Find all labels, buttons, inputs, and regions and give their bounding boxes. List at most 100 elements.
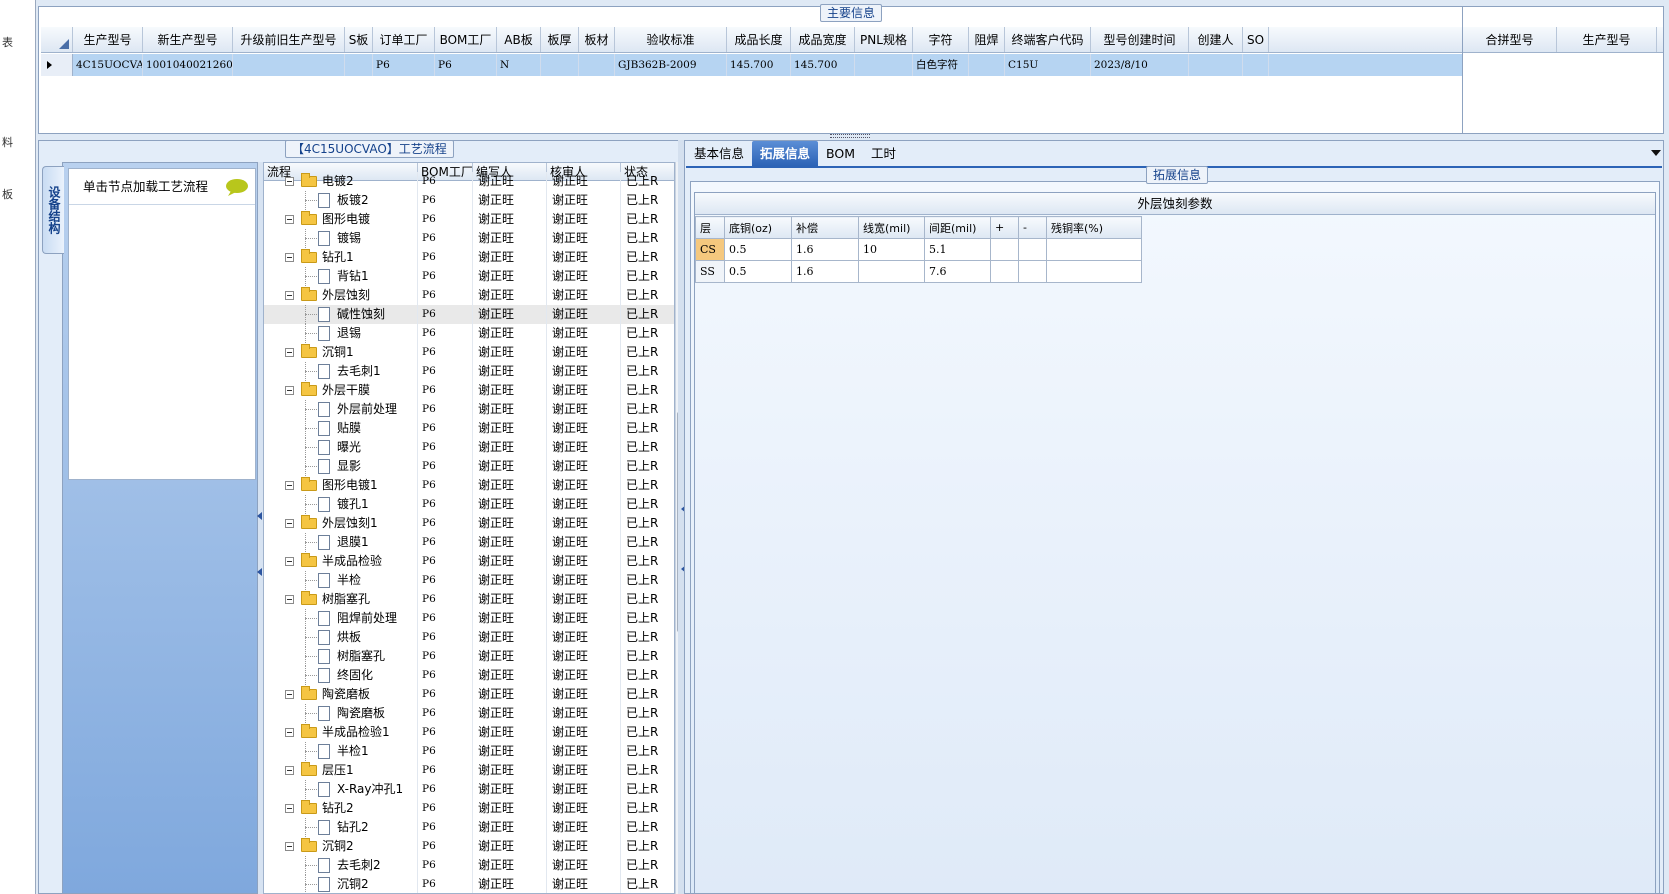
tree-cell-reviewer[interactable]: 谢正旺 (547, 761, 621, 780)
tree-node-step[interactable]: 板镀2 P6 谢正旺 谢正旺 已上R (264, 191, 674, 210)
main-cell[interactable] (541, 54, 579, 76)
tree-node-group[interactable]: 图形电镀1 P6 谢正旺 谢正旺 已上R (264, 476, 674, 495)
tree-cell-status[interactable]: 已上R (621, 666, 661, 685)
tree-cell-name[interactable]: 板镀2 (264, 191, 418, 210)
tree-cell-name[interactable]: 树脂塞孔 (264, 647, 418, 666)
main-cell[interactable]: 4C15UOCVAO (73, 54, 143, 76)
params-cell[interactable]: 0.5 (724, 238, 792, 261)
tree-cell-name[interactable]: 层压1 (264, 761, 418, 780)
params-cell[interactable] (1046, 238, 1142, 261)
tree-cell-name[interactable]: 半成品检验1 (264, 723, 418, 742)
left-nav-item[interactable]: 料 (2, 134, 13, 150)
tree-cell-writer[interactable]: 谢正旺 (473, 780, 547, 799)
tree-cell-bom[interactable]: P6 (418, 286, 473, 305)
tree-cell-bom[interactable]: P6 (418, 362, 473, 381)
tree-cell-status[interactable]: 已上R (621, 229, 661, 248)
main-cell[interactable]: 2023/8/10 (1091, 54, 1189, 76)
tree-node-step[interactable]: 沉铜2 P6 谢正旺 谢正旺 已上R (264, 875, 674, 893)
main-col-header[interactable]: 字符 (913, 27, 969, 52)
tree-node-step[interactable]: 钻孔2 P6 谢正旺 谢正旺 已上R (264, 818, 674, 837)
tree-cell-reviewer[interactable]: 谢正旺 (547, 818, 621, 837)
tree-cell-writer[interactable]: 谢正旺 (473, 381, 547, 400)
tree-cell-status[interactable]: 已上R (621, 248, 661, 267)
tree-cell-status[interactable]: 已上R (621, 780, 661, 799)
tree-cell-status[interactable]: 已上R (621, 172, 661, 191)
collapse-toggle-icon[interactable] (285, 215, 294, 224)
side-col-header[interactable]: 生产型号 (1557, 27, 1657, 52)
tree-node-step[interactable]: 显影 P6 谢正旺 谢正旺 已上R (264, 457, 674, 476)
tree-node-step[interactable]: 终固化 P6 谢正旺 谢正旺 已上R (264, 666, 674, 685)
main-col-header[interactable]: 创建人 (1189, 27, 1243, 52)
tab-0[interactable]: 基本信息 (686, 141, 752, 166)
collapse-toggle-icon[interactable] (285, 177, 294, 186)
collapse-toggle-icon[interactable] (285, 291, 294, 300)
tree-cell-bom[interactable]: P6 (418, 780, 473, 799)
tree-node-group[interactable]: 钻孔2 P6 谢正旺 谢正旺 已上R (264, 799, 674, 818)
collapse-toggle-icon[interactable] (285, 595, 294, 604)
tree-cell-status[interactable]: 已上R (621, 514, 661, 533)
tree-cell-name[interactable]: 退锡 (264, 324, 418, 343)
tree-cell-bom[interactable]: P6 (418, 457, 473, 476)
tree-node-step[interactable]: 去毛刺2 P6 谢正旺 谢正旺 已上R (264, 856, 674, 875)
main-cell[interactable]: 10010400212605 (143, 54, 233, 76)
params-row[interactable]: SS 0.5 1.6 7.6 (695, 260, 1142, 283)
collapse-toggle-icon[interactable] (285, 386, 294, 395)
tree-cell-reviewer[interactable]: 谢正旺 (547, 457, 621, 476)
tree-cell-reviewer[interactable]: 谢正旺 (547, 191, 621, 210)
main-col-header[interactable]: 阻焊 (969, 27, 1005, 52)
main-cell[interactable] (345, 54, 373, 76)
tree-cell-bom[interactable]: P6 (418, 229, 473, 248)
tree-node-group[interactable]: 外层蚀刻 P6 谢正旺 谢正旺 已上R (264, 286, 674, 305)
tree-cell-name[interactable]: 沉铜1 (264, 343, 418, 362)
horizontal-splitter-grip[interactable] (830, 134, 870, 138)
tree-node-group[interactable]: 沉铜2 P6 谢正旺 谢正旺 已上R (264, 837, 674, 856)
main-col-header[interactable]: 升级前旧生产型号 (233, 27, 345, 52)
tree-cell-bom[interactable]: P6 (418, 647, 473, 666)
main-cell[interactable] (969, 54, 1005, 76)
tree-cell-name[interactable]: 外层蚀刻 (264, 286, 418, 305)
tree-cell-reviewer[interactable]: 谢正旺 (547, 362, 621, 381)
main-grid-row[interactable]: 4C15UOCVAO10010400212605P6P6NGJB362B-200… (41, 54, 1463, 76)
tree-cell-status[interactable]: 已上R (621, 286, 661, 305)
collapse-toggle-icon[interactable] (285, 842, 294, 851)
main-col-header[interactable]: 验收标准 (615, 27, 727, 52)
tree-cell-bom[interactable]: P6 (418, 514, 473, 533)
tree-cell-writer[interactable]: 谢正旺 (473, 419, 547, 438)
params-cell[interactable]: 1.6 (791, 238, 859, 261)
collapse-toggle-icon[interactable] (285, 348, 294, 357)
tree-cell-writer[interactable]: 谢正旺 (473, 552, 547, 571)
tree-cell-writer[interactable]: 谢正旺 (473, 248, 547, 267)
tree-cell-status[interactable]: 已上R (621, 191, 661, 210)
tree-cell-writer[interactable]: 谢正旺 (473, 229, 547, 248)
tree-node-group[interactable]: 外层蚀刻1 P6 谢正旺 谢正旺 已上R (264, 514, 674, 533)
tree-node-step[interactable]: 烘板 P6 谢正旺 谢正旺 已上R (264, 628, 674, 647)
tab-equipment-structure[interactable]: 设备结构 (42, 166, 64, 254)
main-cell[interactable] (1243, 54, 1269, 76)
params-col-header[interactable]: 线宽(mil) (858, 216, 925, 239)
tree-cell-writer[interactable]: 谢正旺 (473, 533, 547, 552)
tree-cell-reviewer[interactable]: 谢正旺 (547, 571, 621, 590)
tree-cell-bom[interactable]: P6 (418, 438, 473, 457)
tree-node-step[interactable]: 外层前处理 P6 谢正旺 谢正旺 已上R (264, 400, 674, 419)
params-row[interactable]: CS 0.5 1.6 10 5.1 (695, 238, 1142, 261)
params-col-header[interactable]: 补偿 (791, 216, 859, 239)
collapse-toggle-icon[interactable] (285, 728, 294, 737)
tree-cell-name[interactable]: 贴膜 (264, 419, 418, 438)
params-layer-cell[interactable]: SS (695, 260, 725, 283)
tree-node-group[interactable]: 树脂塞孔 P6 谢正旺 谢正旺 已上R (264, 590, 674, 609)
tree-cell-status[interactable]: 已上R (621, 400, 661, 419)
tab-1[interactable]: 拓展信息 (752, 141, 819, 166)
tree-cell-writer[interactable]: 谢正旺 (473, 495, 547, 514)
tree-cell-reviewer[interactable]: 谢正旺 (547, 248, 621, 267)
tree-cell-reviewer[interactable]: 谢正旺 (547, 229, 621, 248)
collapse-toggle-icon[interactable] (285, 519, 294, 528)
tree-cell-name[interactable]: X-Ray冲孔1 (264, 780, 418, 799)
params-cell[interactable]: 0.5 (724, 260, 792, 283)
tree-cell-name[interactable]: 去毛刺1 (264, 362, 418, 381)
tree-cell-status[interactable]: 已上R (621, 628, 661, 647)
tree-cell-name[interactable]: 退膜1 (264, 533, 418, 552)
tree-node-step[interactable]: X-Ray冲孔1 P6 谢正旺 谢正旺 已上R (264, 780, 674, 799)
tree-node-group[interactable]: 半成品检验 P6 谢正旺 谢正旺 已上R (264, 552, 674, 571)
tree-cell-status[interactable]: 已上R (621, 495, 661, 514)
tree-cell-writer[interactable]: 谢正旺 (473, 514, 547, 533)
